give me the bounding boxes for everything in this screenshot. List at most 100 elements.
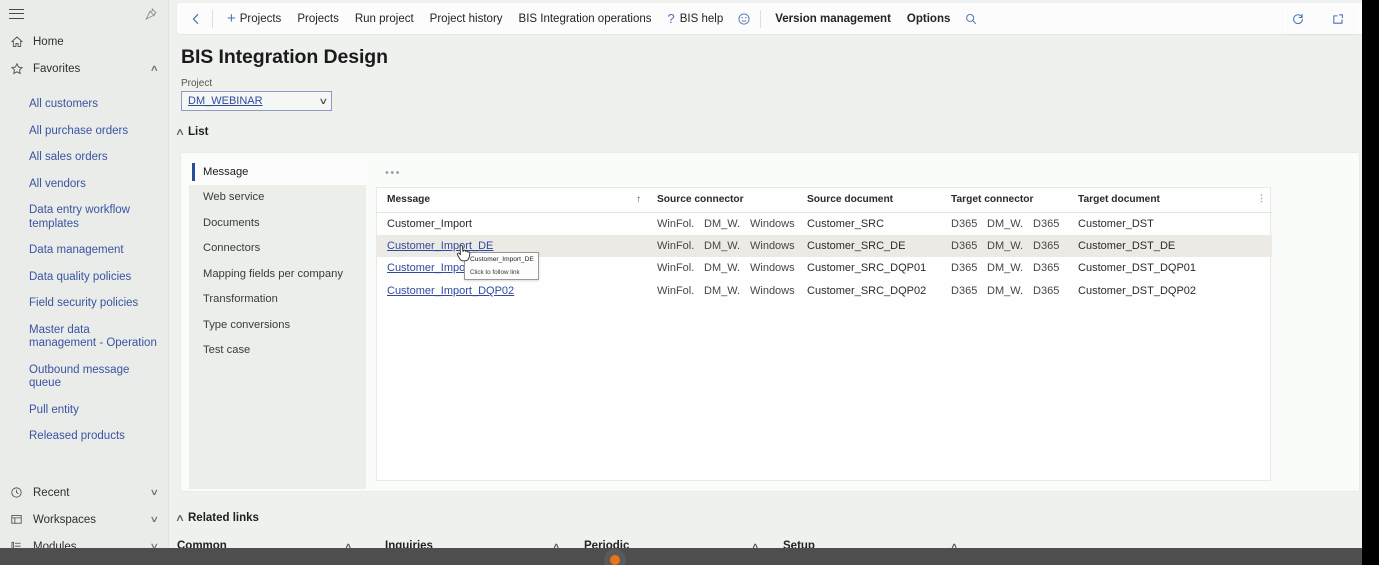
column-header-message[interactable]: Message ↑ [377, 188, 647, 213]
sort-ascending-icon[interactable]: ↑ [636, 194, 641, 205]
favorite-link[interactable]: All sales orders [0, 151, 168, 165]
favorite-link[interactable]: All vendors [0, 178, 168, 192]
cell-source-connector-1: WinFol... [657, 217, 694, 230]
nav-item-home[interactable]: Home [0, 28, 168, 55]
tab-documents[interactable]: Documents [189, 210, 366, 236]
cell-message[interactable]: Customer_Import [377, 212, 647, 235]
refresh-icon[interactable] [1285, 6, 1311, 32]
tab-connectors[interactable]: Connectors [189, 236, 366, 262]
star-icon [10, 61, 30, 77]
tab-type-conversions[interactable]: Type conversions [189, 312, 366, 338]
tab-mapping-fields-per-company[interactable]: Mapping fields per company [189, 261, 366, 287]
favorite-link[interactable]: Data quality policies [0, 271, 168, 285]
plus-icon: + [227, 10, 236, 27]
favorite-link[interactable]: All purchase orders [0, 125, 168, 139]
column-options-icon[interactable]: ⋮ [1257, 194, 1266, 203]
message-link[interactable]: Customer_Import_DQP02 [387, 285, 514, 297]
cell-source-connector-3: Windows f... [750, 262, 797, 275]
projects-button[interactable]: Projects [289, 6, 347, 32]
project-field-label: Project [181, 78, 213, 89]
cell-target-document: Customer_DST_DQP02 [1078, 284, 1197, 297]
column-label: Message [387, 194, 431, 206]
cell-source-connector-2: DM_W... [704, 239, 740, 252]
chevron-down-icon: ∨ [149, 487, 160, 497]
cell-target-connector-3: D365 [1033, 217, 1060, 230]
cell-target-document: Customer_DST [1078, 217, 1154, 230]
back-arrow-icon[interactable] [183, 6, 209, 32]
button-label: Projects [239, 12, 282, 25]
chevron-up-icon: ∧ [149, 63, 160, 73]
options-button[interactable]: Options [899, 6, 958, 32]
navigation-pane: Home Favorites ∧ All customers All purch… [0, 0, 169, 565]
run-project-button[interactable]: Run project [347, 6, 422, 32]
related-links-header[interactable]: ∧ Related links [172, 512, 259, 524]
project-selected-value: DM_WEBINAR [188, 95, 263, 107]
page-title: BIS Integration Design [181, 46, 388, 68]
cell-source-connector-2: DM_W... [704, 217, 740, 230]
favorite-link[interactable]: Data entry workflow templates [0, 204, 168, 231]
column-header-source-document[interactable]: Source document [797, 188, 942, 213]
tab-test-case[interactable]: Test case [189, 338, 366, 364]
button-label: BIS help [679, 12, 724, 25]
favorite-link[interactable]: Released products [0, 430, 168, 444]
cell-target-connector-2: DM_W... [987, 217, 1024, 230]
column-header-target-document[interactable]: Target document ⋮ [1068, 188, 1273, 213]
nav-item-workspaces[interactable]: Workspaces ∨ [0, 506, 168, 533]
favorite-link[interactable]: All customers [0, 98, 168, 112]
bis-integration-operations-button[interactable]: BIS Integration operations [511, 6, 660, 32]
new-projects-button[interactable]: + Projects [219, 6, 289, 32]
smiley-icon[interactable] [731, 6, 757, 32]
cell-target-document: Customer_DST_DE [1078, 239, 1176, 252]
project-history-button[interactable]: Project history [422, 6, 511, 32]
open-in-new-window-icon[interactable] [1325, 6, 1351, 32]
pin-icon[interactable] [144, 7, 158, 21]
taskbar-app-icon[interactable] [604, 549, 626, 565]
cell-source-connector-3: Windows f... [750, 239, 797, 252]
favorite-link[interactable]: Data management [0, 244, 168, 258]
tab-web-service[interactable]: Web service [189, 185, 366, 211]
column-header-source-connector[interactable]: Source connector [647, 188, 798, 213]
project-combobox[interactable]: DM_WEBINAR ∨ [181, 91, 332, 111]
cell-target-connector-3: D365 [1033, 284, 1060, 297]
nav-item-label: Workspaces [33, 513, 97, 526]
favorite-link[interactable]: Field security policies [0, 297, 168, 311]
nav-item-recent[interactable]: Recent ∨ [0, 479, 168, 506]
table-row[interactable]: Customer_Import WinFol... DM_W... Window… [377, 212, 1272, 235]
chevron-down-icon: ∨ [149, 514, 160, 524]
cell-source-connector-2: DM_W... [704, 284, 740, 297]
action-pane-right [1283, 3, 1353, 34]
cell-target-connector-2: DM_W... [987, 284, 1024, 297]
hamburger-icon[interactable] [9, 8, 24, 20]
cell-target-connector-3: D365 [1033, 262, 1060, 275]
grid-overflow-button[interactable]: ••• [382, 165, 404, 181]
tooltip-subtitle: Click to follow link [470, 269, 520, 276]
nav-pane-header [0, 0, 168, 28]
nav-item-favorites[interactable]: Favorites ∧ [0, 55, 168, 82]
column-header-target-connector[interactable]: Target connector [941, 188, 1069, 213]
list-section-header[interactable]: ∧ List [172, 126, 209, 138]
divider [212, 9, 213, 28]
cell-source-connector-1: WinFol... [657, 262, 694, 275]
nav-item-label: Recent [33, 486, 70, 499]
search-icon[interactable] [958, 6, 984, 32]
workspace-icon [10, 512, 30, 528]
favorite-link[interactable]: Master data management - Operation [0, 324, 168, 351]
favorite-link[interactable]: Outbound message queue [0, 364, 168, 391]
cell-source-connector-1: WinFol... [657, 239, 694, 252]
version-management-button[interactable]: Version management [767, 6, 899, 32]
tab-transformation[interactable]: Transformation [189, 287, 366, 313]
chevron-up-icon: ∧ [174, 512, 186, 524]
main-content: + Projects Projects Run project Project … [169, 0, 1375, 565]
favorite-link[interactable]: Pull entity [0, 404, 168, 418]
cell-source-connector-2: DM_W... [704, 262, 740, 275]
message-grid: Message ↑ Source connector Source docume… [376, 187, 1273, 481]
cell-message[interactable]: Customer_Import_DQP02 [377, 280, 647, 303]
message-link[interactable]: Customer_Import_DE [387, 240, 493, 252]
cell-target-connector-1: D365 [951, 239, 978, 252]
list-card: Message Web service Documents Connectors… [180, 152, 1360, 492]
tab-message[interactable]: Message [189, 159, 366, 185]
table-row[interactable]: Customer_Import_DQP02 WinFol... DM_W... … [377, 280, 1272, 303]
favorites-list: All customers All purchase orders All sa… [0, 98, 168, 444]
bis-help-button[interactable]: ? BIS help [660, 6, 732, 32]
link-tooltip: Customer_Import_DE Click to follow link [464, 252, 539, 280]
